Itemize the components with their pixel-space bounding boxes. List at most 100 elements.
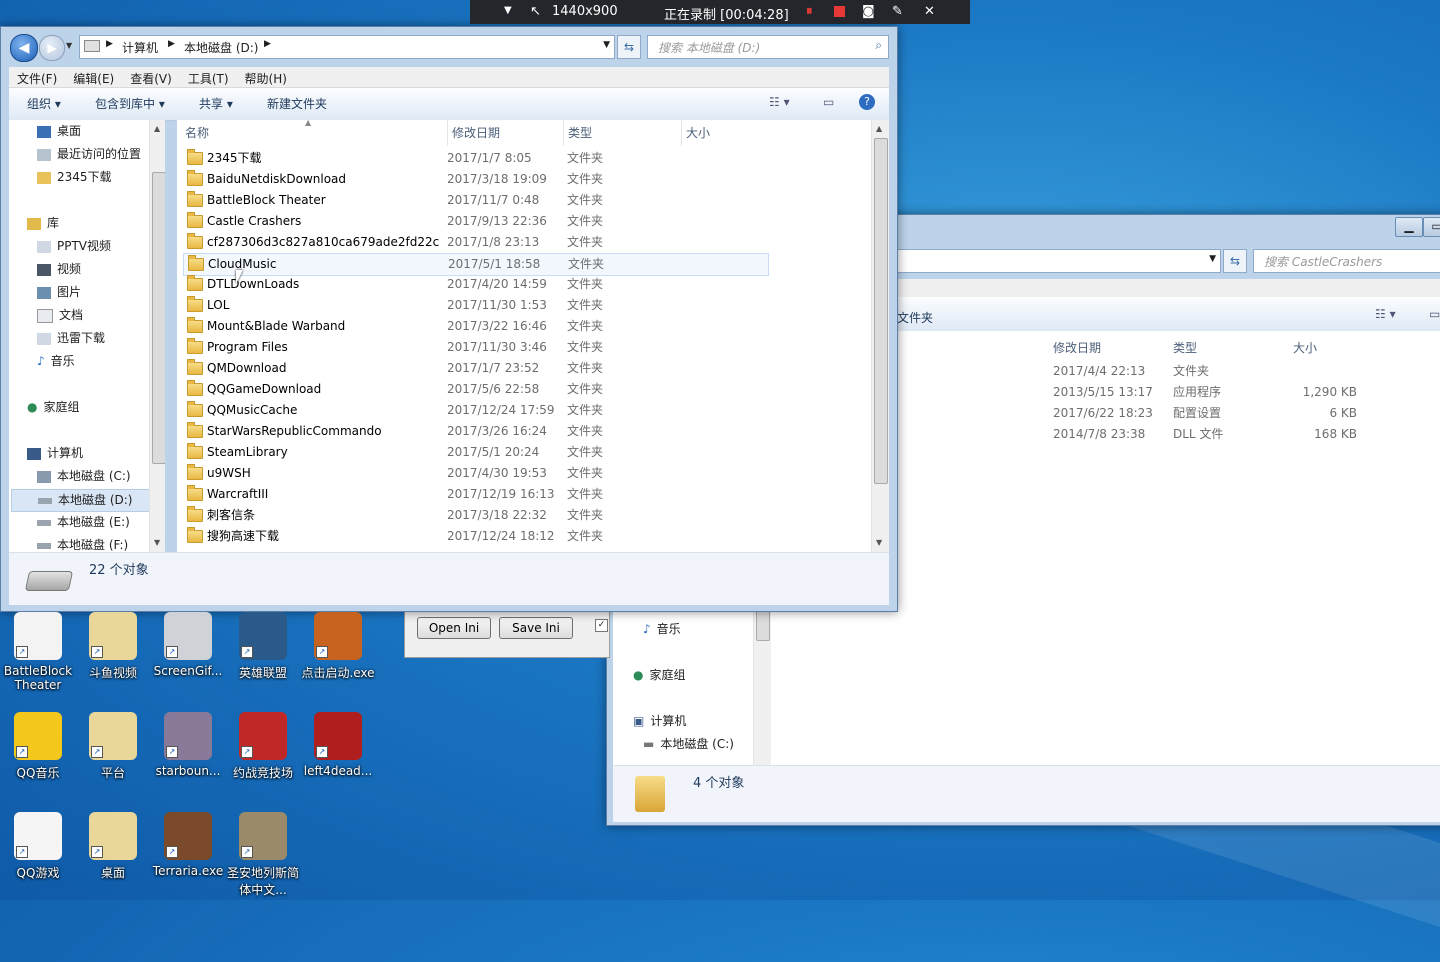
chevron-down-icon[interactable]: ▼ — [1209, 254, 1216, 264]
column-header-type[interactable]: 类型 — [563, 120, 592, 146]
desktop-shortcut[interactable]: ↗ 约战竞技场 — [225, 712, 301, 781]
refresh-button[interactable]: ⇆ — [1223, 249, 1247, 273]
nav-item-computer[interactable]: 计算机 — [27, 443, 83, 464]
menu-view[interactable]: 查看(V) — [122, 67, 180, 90]
maximize-button[interactable]: ▭ — [1423, 217, 1440, 237]
desktop-shortcut[interactable]: ↗ BattleBlock Theater — [0, 612, 76, 692]
menu-edit[interactable]: 编辑(E) — [65, 67, 122, 90]
nav-item-drive-c[interactable]: ▬ 本地磁盘 (C:) — [643, 734, 734, 755]
close-icon[interactable]: ✕ — [924, 4, 935, 19]
nav-item-pictures[interactable]: 图片 — [37, 282, 81, 303]
file-row[interactable]: u9WSH 2017/4/30 19:53 文件夹 — [183, 463, 769, 484]
history-dropdown-icon[interactable]: ▼ — [66, 41, 72, 50]
desktop-shortcut[interactable]: ↗ 斗鱼视频 — [75, 612, 151, 681]
desktop-shortcut[interactable]: ↗ Terraria.exe — [150, 812, 226, 878]
file-row[interactable]: 2345下载 2017/1/7 8:05 文件夹 — [183, 148, 769, 169]
file-row[interactable]: CloudMusic 2017/5/1 18:58 文件夹 — [183, 253, 769, 276]
column-header-date[interactable]: 修改日期 — [447, 120, 500, 146]
file-row[interactable]: BattleBlock Theater 2017/11/7 0:48 文件夹 — [183, 190, 769, 211]
nav-item-drive-c[interactable]: 本地磁盘 (C:) — [37, 466, 131, 487]
preview-pane-icon[interactable]: ▭ — [823, 95, 834, 109]
nav-scrollbar[interactable]: ▲ ▼ — [149, 120, 165, 552]
nav-item-drive-f[interactable]: 本地磁盘 (F:) — [37, 535, 128, 552]
column-header-size[interactable]: 大小 — [1293, 335, 1317, 361]
address-field[interactable]: ▶ 计算机 ▶ 本地磁盘 (D:) ▶ ▼ — [79, 35, 615, 59]
nav-item-recent[interactable]: 最近访问的位置 — [37, 144, 141, 165]
file-row[interactable]: 刺客信条 2017/3/18 22:32 文件夹 — [183, 505, 769, 526]
file-row[interactable]: 搜狗高速下载 2017/12/24 18:12 文件夹 — [183, 526, 769, 547]
file-row[interactable]: QMDownload 2017/1/7 23:52 文件夹 — [183, 358, 769, 379]
folder-command[interactable]: 文件夹 — [897, 309, 933, 326]
file-row[interactable]: WarcraftIII 2017/12/19 16:13 文件夹 — [183, 484, 769, 505]
column-header-name[interactable]: 名称 — [185, 120, 209, 146]
pen-icon[interactable]: ✎ — [892, 4, 903, 19]
nav-item-homegroup[interactable]: ● 家庭组 — [633, 665, 686, 686]
nav-item-pptv[interactable]: PPTV视频 — [37, 236, 111, 257]
scroll-thumb[interactable] — [874, 138, 888, 484]
menu-tools[interactable]: 工具(T) — [180, 67, 237, 90]
scroll-down-arrow[interactable]: ▼ — [154, 538, 160, 547]
back-button[interactable]: ◀ — [10, 34, 38, 62]
column-header-date[interactable]: 修改日期 — [1053, 335, 1101, 361]
file-row[interactable]: StarWarsRepublicCommando 2017/3/26 16:24 文… — [183, 421, 769, 442]
dropdown-icon[interactable]: ▼ — [504, 5, 512, 16]
stop-icon[interactable] — [834, 6, 845, 17]
chevron-down-icon[interactable]: ▼ — [603, 40, 610, 50]
save-ini-button[interactable]: Save Ini — [499, 617, 573, 639]
address-field[interactable]: ▼ — [897, 249, 1221, 273]
view-icon[interactable]: ☷ ▾ — [769, 95, 790, 109]
search-input[interactable]: 搜索 CastleCrashers — [1253, 249, 1440, 273]
desktop-shortcut[interactable]: ↗ ScreenGif... — [150, 612, 226, 678]
pause-icon[interactable]: ⏸ — [806, 4, 813, 19]
search-icon[interactable]: ⌕ — [875, 38, 882, 53]
file-row[interactable]: QQGameDownload 2017/5/6 22:58 文件夹 — [183, 379, 769, 400]
file-row[interactable]: BaiduNetdiskDownload 2017/3/18 19:09 文件夹 — [183, 169, 769, 190]
menu-file[interactable]: 文件(F) — [9, 67, 65, 90]
explorer-window-main[interactable]: ◀ ▶ ▼ ▶ 计算机 ▶ 本地磁盘 (D:) ▶ ▼ ⇆ 搜索 本地磁盘 (D… — [0, 26, 898, 612]
file-row[interactable]: cf287306d3c827a810ca679ade2fd22c 2017/1/8… — [183, 232, 769, 253]
nav-scrollbar[interactable] — [753, 609, 771, 765]
new-folder-button[interactable]: 新建文件夹 — [267, 95, 327, 112]
search-input[interactable]: 搜索 本地磁盘 (D:) ⌕ — [647, 35, 889, 59]
desktop-shortcut[interactable]: ↗ 桌面 — [75, 812, 151, 881]
column-header-size[interactable]: 大小 — [681, 120, 710, 146]
scroll-down-arrow[interactable]: ▼ — [876, 538, 882, 547]
desktop-shortcut[interactable]: ↗ left4dead... — [300, 712, 376, 778]
nav-item-documents[interactable]: 文档 — [37, 305, 83, 326]
preview-pane-icon[interactable]: ▭ — [1429, 307, 1440, 321]
desktop-shortcut[interactable]: ↗ 圣安地列斯简体中文... — [225, 812, 301, 898]
scroll-up-arrow[interactable]: ▲ — [876, 124, 882, 133]
nav-item-drive-e[interactable]: 本地磁盘 (E:) — [37, 512, 130, 533]
scroll-thumb[interactable] — [756, 609, 770, 641]
checkbox[interactable]: ✓ — [595, 619, 608, 632]
desktop-shortcut[interactable]: ↗ starboun... — [150, 712, 226, 778]
share-button[interactable]: 共享 ▾ — [199, 95, 233, 112]
scroll-thumb[interactable] — [152, 172, 165, 464]
file-list-scrollbar[interactable]: ▲ ▼ — [871, 120, 889, 552]
include-library-button[interactable]: 包含到库中 ▾ — [95, 95, 165, 112]
view-icon[interactable]: ☷ ▾ — [1375, 307, 1396, 321]
nav-item-2345[interactable]: 2345下载 — [37, 167, 112, 188]
desktop-shortcut[interactable]: ↗ 英雄联盟 — [225, 612, 301, 681]
desktop-shortcut[interactable]: ↗ 点击启动.exe — [300, 612, 376, 681]
open-ini-button[interactable]: Open Ini — [417, 617, 491, 639]
file-row[interactable]: DTLDownLoads 2017/4/20 14:59 文件夹 — [183, 274, 769, 295]
forward-button[interactable]: ▶ — [39, 35, 65, 61]
breadcrumb-drive-d[interactable]: 本地磁盘 (D:) — [184, 39, 258, 56]
file-row[interactable]: QQMusicCache 2017/12/24 17:59 文件夹 — [183, 400, 769, 421]
desktop-shortcut[interactable]: ↗ 平台 — [75, 712, 151, 781]
menu-help[interactable]: 帮助(H) — [237, 67, 295, 90]
desktop-shortcut[interactable]: ↗ QQ音乐 — [0, 712, 76, 781]
nav-item-drive-d[interactable]: 本地磁盘 (D:) — [11, 489, 165, 512]
nav-item-music[interactable]: ♪ 音乐 — [643, 619, 681, 640]
file-row[interactable]: LOL 2017/11/30 1:53 文件夹 — [183, 295, 769, 316]
file-row[interactable]: SteamLibrary 2017/5/1 20:24 文件夹 — [183, 442, 769, 463]
file-row[interactable]: Castle Crashers 2017/9/13 22:36 文件夹 — [183, 211, 769, 232]
camera-icon[interactable]: ◙ — [862, 4, 875, 19]
breadcrumb-computer[interactable]: 计算机 — [122, 39, 158, 56]
desktop-shortcut[interactable]: ↗ QQ游戏 — [0, 812, 76, 881]
nav-item-videos[interactable]: 视频 — [37, 259, 81, 280]
nav-item-music[interactable]: ♪ 音乐 — [37, 351, 75, 372]
nav-item-homegroup[interactable]: ● 家庭组 — [27, 397, 80, 418]
nav-item-thunder[interactable]: 迅雷下载 — [37, 328, 105, 349]
